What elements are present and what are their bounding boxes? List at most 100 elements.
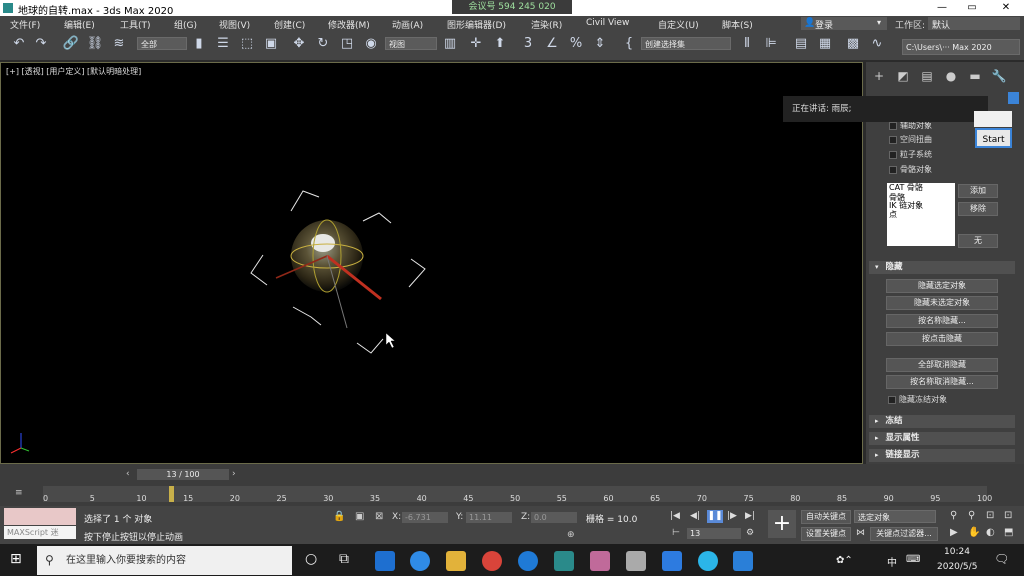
- scale-icon[interactable]: ◳: [338, 35, 356, 53]
- hide-frozen-checkbox[interactable]: 隐藏冻结对象: [888, 394, 947, 405]
- redo-icon[interactable]: ↷: [32, 35, 50, 53]
- unlink-icon[interactable]: ⛓: [86, 35, 104, 53]
- menu-edit[interactable]: 编辑(E): [64, 18, 95, 31]
- utilities-tab-icon[interactable]: 🔧: [990, 67, 1008, 85]
- align-icon[interactable]: ⊫: [762, 35, 780, 53]
- rect-selection-icon[interactable]: ⬚: [238, 35, 256, 53]
- restore-button[interactable]: ▭: [961, 1, 983, 15]
- hide-spacewarps-checkbox[interactable]: 空间扭曲: [889, 134, 932, 145]
- hide-bones-checkbox[interactable]: 骨骼对象: [889, 164, 932, 175]
- clock-date[interactable]: 2020/5/5: [937, 562, 977, 572]
- percent-snap-icon[interactable]: %: [567, 35, 585, 53]
- display-tab-icon[interactable]: ▬: [966, 67, 984, 85]
- hide-rollout-header[interactable]: ▾ 隐藏: [869, 261, 1015, 274]
- sogou-icon[interactable]: [410, 551, 430, 571]
- hide-selected-button[interactable]: 隐藏选定对象: [886, 279, 998, 293]
- menu-graph-editors[interactable]: 图形编辑器(D): [447, 18, 506, 31]
- wechat-work-icon[interactable]: [698, 551, 718, 571]
- scene-explorer-icon[interactable]: ▤: [792, 35, 810, 53]
- key-filters-icon[interactable]: ⋈: [856, 528, 865, 538]
- orbit-icon[interactable]: ◐: [986, 527, 995, 538]
- curve-editor-icon[interactable]: ∿: [868, 35, 886, 53]
- maxscript-listener[interactable]: [4, 508, 76, 525]
- edit-named-selection-icon[interactable]: {: [620, 35, 638, 53]
- zoom-extents-icon[interactable]: ⊡: [986, 510, 994, 521]
- cortana-icon[interactable]: ○: [305, 551, 317, 567]
- prev-frame-icon[interactable]: ‹: [126, 469, 130, 479]
- zoom-all-icon[interactable]: ⚲: [968, 510, 975, 521]
- hide-unselected-button[interactable]: 隐藏未选定对象: [886, 296, 998, 310]
- project-path-field[interactable]: C:\Users\··· Max 2020: [902, 39, 1020, 55]
- file-explorer-icon[interactable]: [446, 551, 466, 571]
- z-coord-field[interactable]: 0.0: [531, 512, 577, 523]
- login-dropdown[interactable]: 👤 登录 ▾: [801, 17, 887, 31]
- track-view-icon[interactable]: ≡: [15, 488, 23, 498]
- link-icon[interactable]: 🔗: [62, 35, 80, 53]
- time-slider[interactable]: 13 / 100: [137, 469, 229, 480]
- keyboard-icon[interactable]: ⌨: [906, 554, 920, 565]
- task-view-icon[interactable]: ⧉: [339, 551, 349, 567]
- isolate-icon[interactable]: ▣: [355, 511, 364, 522]
- motion-tab-icon[interactable]: ●: [942, 67, 960, 85]
- minimize-button[interactable]: —: [931, 1, 953, 15]
- reference-coord-dropdown[interactable]: 视图: [385, 37, 437, 50]
- prev-key-icon[interactable]: ◀|: [690, 511, 700, 521]
- auto-key-button[interactable]: 自动关键点: [801, 510, 851, 524]
- link-display-rollout-header[interactable]: ▸ 链接显示: [869, 449, 1015, 462]
- perspective-viewport[interactable]: [0, 62, 863, 464]
- next-key-icon[interactable]: |▶: [727, 511, 737, 521]
- notification-icon[interactable]: 🗨: [994, 552, 1009, 566]
- hide-by-hit-button[interactable]: 按点击隐藏: [886, 332, 998, 346]
- bind-spacewarp-icon[interactable]: ≋: [110, 35, 128, 53]
- window-crossing-icon[interactable]: ▣: [262, 35, 280, 53]
- menu-create[interactable]: 创建(C): [274, 18, 305, 31]
- browser-icon[interactable]: [518, 551, 538, 571]
- ime-indicator[interactable]: 中: [887, 554, 897, 569]
- snaps-toggle-icon[interactable]: 3: [519, 35, 537, 53]
- display-properties-rollout-header[interactable]: ▸ 显示属性: [869, 432, 1015, 445]
- selection-filter-dropdown[interactable]: 全部: [137, 37, 187, 50]
- rotate-icon[interactable]: ↻: [314, 35, 332, 53]
- next-frame-icon[interactable]: ›: [232, 469, 236, 479]
- add-button[interactable]: 添加: [958, 184, 998, 198]
- hide-particles-checkbox[interactable]: 粒子系统: [889, 149, 932, 160]
- menu-file[interactable]: 文件(F): [10, 18, 40, 31]
- select-by-name-icon[interactable]: ☰: [214, 35, 232, 53]
- undo-icon[interactable]: ↶: [10, 35, 28, 53]
- unhide-by-name-button[interactable]: 按名称取消隐藏...: [886, 375, 998, 389]
- remove-button[interactable]: 移除: [958, 202, 998, 216]
- none-button[interactable]: 无: [958, 234, 998, 248]
- taskbar-search-box[interactable]: ⚲ 在这里输入你要搜索的内容: [37, 546, 292, 575]
- hierarchy-tab-icon[interactable]: ▤: [918, 67, 936, 85]
- stop-play-button[interactable]: ❚❚: [707, 510, 723, 523]
- category-listbox[interactable]: CAT 骨骼 骨骼 IK 链对象 点: [887, 183, 955, 246]
- unhide-all-button[interactable]: 全部取消隐藏: [886, 358, 998, 372]
- keyboard-shortcut-icon[interactable]: ⬆: [491, 35, 509, 53]
- y-coord-field[interactable]: 11.11: [466, 512, 512, 523]
- mirror-icon[interactable]: ⫴: [738, 35, 756, 53]
- go-to-start-icon[interactable]: |◀: [670, 511, 680, 521]
- pivot-icon[interactable]: ▥: [441, 35, 459, 53]
- start-button[interactable]: Start: [975, 128, 1012, 148]
- earth-object[interactable]: [275, 219, 382, 329]
- angle-snap-icon[interactable]: ∠: [543, 35, 561, 53]
- x-coord-field[interactable]: -6.731: [402, 512, 448, 523]
- system-tray-icons[interactable]: ✿⌃: [836, 555, 853, 566]
- 3dsmax-taskbar-icon[interactable]: [554, 551, 574, 571]
- edge-icon[interactable]: [375, 551, 395, 571]
- absolute-mode-icon[interactable]: ⊠: [375, 511, 383, 522]
- move-icon[interactable]: ✥: [290, 35, 308, 53]
- list-item[interactable]: IK 链对象: [887, 201, 955, 211]
- menu-group[interactable]: 组(G): [174, 18, 197, 31]
- menu-rendering[interactable]: 渲染(R): [531, 18, 562, 31]
- windows-start-icon[interactable]: ⊞: [10, 551, 22, 567]
- zoom-icon[interactable]: ⚲: [950, 510, 957, 521]
- select-manipulate-icon[interactable]: ✛: [467, 35, 485, 53]
- pan-icon[interactable]: ✋: [968, 527, 980, 538]
- set-key-button[interactable]: 设置关键点: [801, 527, 851, 541]
- workspace-dropdown[interactable]: 默认: [928, 17, 1020, 31]
- set-key-big-button[interactable]: +: [768, 510, 796, 538]
- modify-tab-icon[interactable]: ◩: [894, 67, 912, 85]
- menu-views[interactable]: 视图(V): [219, 18, 250, 31]
- placement-icon[interactable]: ◉: [362, 35, 380, 53]
